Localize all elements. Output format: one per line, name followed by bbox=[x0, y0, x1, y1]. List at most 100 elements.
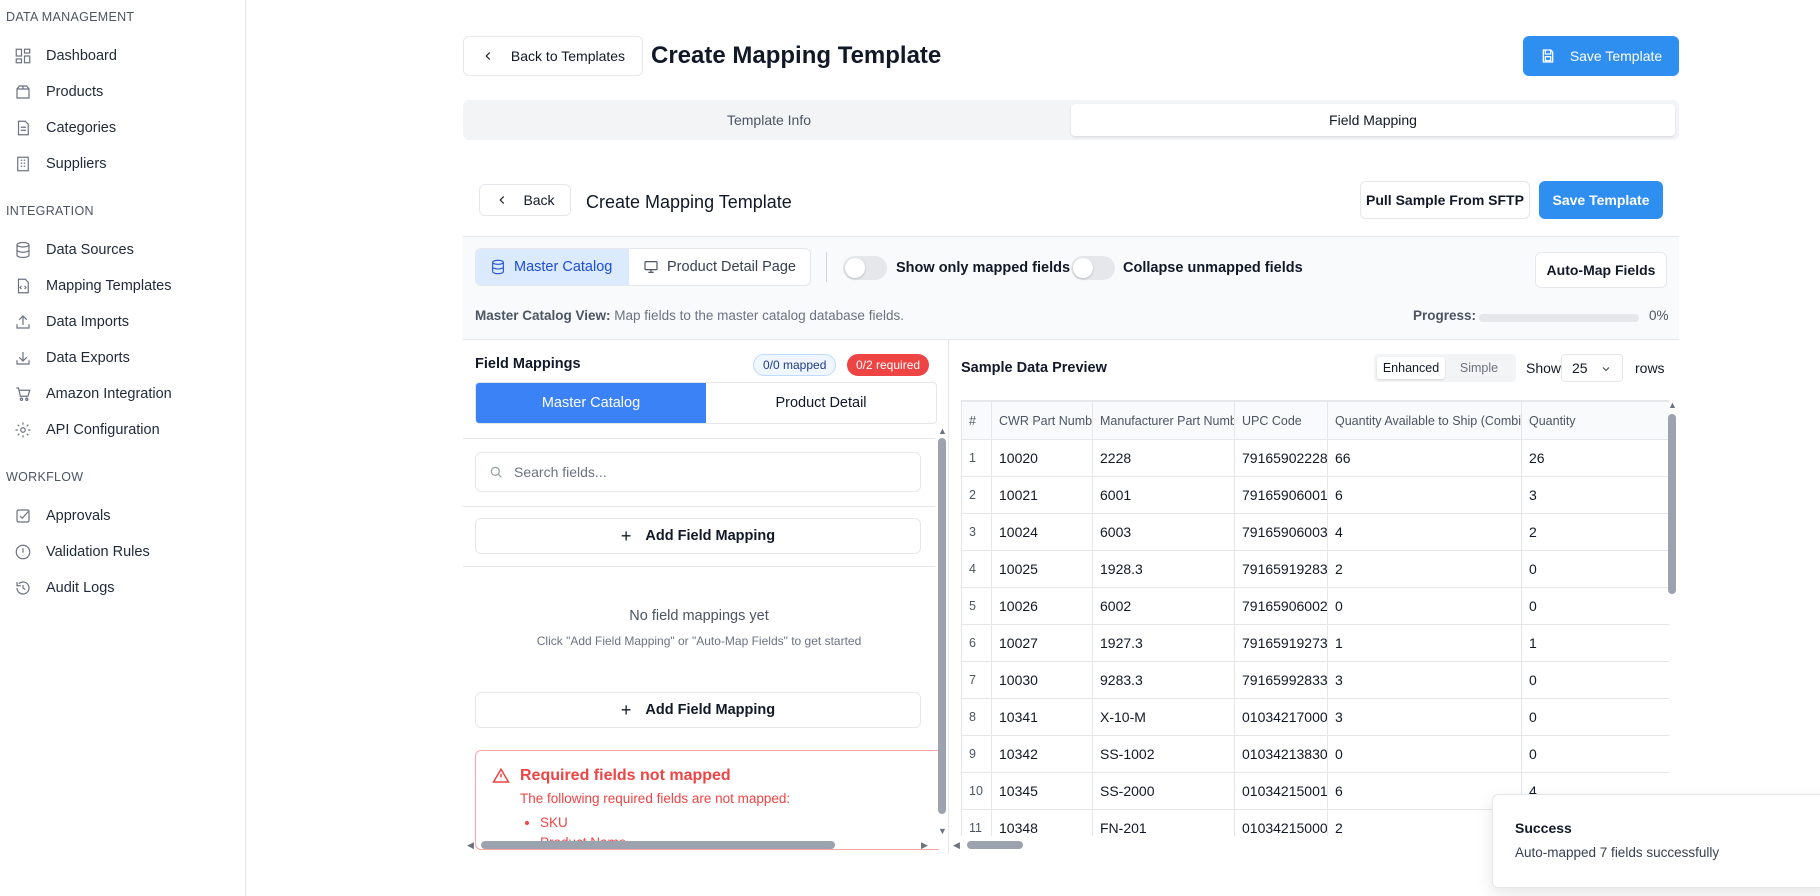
view-master-catalog-label: Master Catalog bbox=[514, 259, 613, 275]
save-template-secondary-button[interactable]: Save Template bbox=[1539, 181, 1663, 219]
rows-label: rows bbox=[1635, 360, 1665, 376]
field-list-horizontal-scrollbar[interactable]: ◀ ▶ bbox=[463, 838, 935, 852]
table-cell: FN-201 bbox=[1092, 809, 1235, 836]
history-icon bbox=[16, 581, 30, 595]
sidebar-item-dashboard[interactable]: Dashboard bbox=[0, 38, 245, 74]
add-field-mapping-bottom-button[interactable]: + Add Field Mapping bbox=[475, 692, 921, 728]
sidebar-item-approvals[interactable]: Approvals bbox=[0, 498, 245, 534]
row-number: 11 bbox=[961, 809, 992, 836]
table-cell: 791659192733 bbox=[1234, 624, 1328, 662]
table-row: 1 10020 2228 791659022283 66 26 bbox=[961, 439, 1669, 477]
divider bbox=[463, 566, 935, 567]
scroll-thumb[interactable] bbox=[938, 438, 946, 814]
table-cell: 10341 bbox=[991, 698, 1093, 736]
table-cell: 3 bbox=[1327, 698, 1522, 736]
sidebar-item-label: Dashboard bbox=[46, 48, 117, 64]
scroll-thumb[interactable] bbox=[481, 841, 835, 849]
table-cell: 26 bbox=[1521, 439, 1669, 477]
sidebar-item-label: Audit Logs bbox=[46, 580, 115, 596]
divider bbox=[463, 506, 935, 507]
table-cell: 10027 bbox=[991, 624, 1093, 662]
sidebar-item-data-sources[interactable]: Data Sources bbox=[0, 232, 245, 268]
preview-mode-toggle: Enhanced Simple bbox=[1374, 354, 1516, 382]
add-field-mapping-button[interactable]: + Add Field Mapping bbox=[475, 518, 921, 554]
table-body: 1 10020 2228 791659022283 66 26 2 10021 6001 7916… bbox=[961, 439, 1669, 836]
column-header: Quantity bbox=[1521, 401, 1669, 440]
sidebar-item-api-configuration[interactable]: API Configuration bbox=[0, 412, 245, 448]
collapse-unmapped-label: Collapse unmapped fields bbox=[1123, 260, 1303, 276]
table-cell: 10348 bbox=[991, 809, 1093, 836]
auto-map-fields-button[interactable]: Auto-Map Fields bbox=[1535, 252, 1667, 288]
table-cell: 791659060032 bbox=[1234, 513, 1328, 551]
rows-per-page-value: 25 bbox=[1572, 360, 1588, 376]
alert-description: The following required fields are not ma… bbox=[520, 791, 791, 806]
package-icon bbox=[16, 85, 30, 99]
field-search[interactable] bbox=[475, 452, 921, 492]
table-cell: SS-2000 bbox=[1092, 772, 1235, 810]
sidebar-item-validation-rules[interactable]: Validation Rules bbox=[0, 534, 245, 570]
dashboard-icon bbox=[15, 48, 31, 64]
sidebar-item-products[interactable]: Products bbox=[0, 74, 245, 110]
table-cell: 0 bbox=[1521, 698, 1669, 736]
column-header: CWR Part Number bbox=[991, 401, 1093, 440]
search-input[interactable] bbox=[514, 464, 894, 480]
field-mappings-panel: Field Mappings 0/0 mapped 0/2 required M… bbox=[463, 340, 949, 854]
pull-sample-sftp-button[interactable]: Pull Sample From SFTP bbox=[1360, 181, 1530, 219]
row-number: 1 bbox=[961, 439, 992, 477]
divider bbox=[463, 438, 935, 439]
table-cell: 0 bbox=[1327, 587, 1522, 625]
building-icon bbox=[17, 156, 29, 172]
table-cell: 6 bbox=[1327, 476, 1522, 514]
sidebar-item-data-exports[interactable]: Data Exports bbox=[0, 340, 245, 376]
table-cell: 10030 bbox=[991, 661, 1093, 699]
toast-title: Success bbox=[1515, 820, 1572, 836]
table-cell: 791659060025 bbox=[1234, 587, 1328, 625]
sample-data-table-container: # CWR Part Number Manufacturer Part Numb… bbox=[961, 400, 1669, 836]
table-row: 7 10030 9283.3 791659928332 3 0 bbox=[961, 661, 1669, 699]
sidebar-item-label: Data Sources bbox=[46, 242, 134, 258]
sidebar-item-suppliers[interactable]: Suppliers bbox=[0, 146, 245, 182]
file-code-icon bbox=[17, 278, 29, 294]
view-master-catalog[interactable]: Master Catalog bbox=[476, 249, 629, 285]
table-cell: X-10-M bbox=[1092, 698, 1235, 736]
table-row: 8 10341 X-10-M 010342170002 3 0 bbox=[961, 698, 1669, 736]
rows-per-page-select[interactable]: 25 bbox=[1561, 354, 1623, 382]
gear-icon bbox=[15, 422, 31, 438]
collapse-unmapped-toggle[interactable] bbox=[1071, 256, 1115, 280]
mapping-editor: Back Create Mapping Template Pull Sample… bbox=[463, 164, 1679, 870]
tab-product-detail[interactable]: Product Detail bbox=[706, 383, 936, 423]
page-title: Create Mapping Template bbox=[651, 42, 942, 69]
table-vertical-scrollbar[interactable]: ▲ bbox=[1665, 400, 1679, 836]
tab-master-catalog[interactable]: Master Catalog bbox=[476, 383, 706, 423]
mode-simple[interactable]: Simple bbox=[1445, 357, 1513, 379]
view-product-detail-page[interactable]: Product Detail Page bbox=[629, 249, 810, 285]
table-cell: 0 bbox=[1521, 587, 1669, 625]
scroll-thumb[interactable] bbox=[1668, 414, 1676, 594]
warning-triangle-icon bbox=[492, 767, 510, 783]
back-to-templates-button[interactable]: Back to Templates bbox=[463, 36, 643, 76]
success-toast[interactable]: Success Auto-mapped 7 fields successfull… bbox=[1492, 794, 1820, 888]
required-fields-alert: Required fields not mapped The following… bbox=[475, 750, 939, 850]
table-cell: 010342170002 bbox=[1234, 698, 1328, 736]
scroll-thumb[interactable] bbox=[967, 841, 1023, 849]
sidebar-item-categories[interactable]: Categories bbox=[0, 110, 245, 146]
table-cell: 10021 bbox=[991, 476, 1093, 514]
back-button[interactable]: Back bbox=[479, 184, 571, 216]
save-template-button[interactable]: Save Template bbox=[1523, 36, 1679, 76]
show-only-mapped-toggle[interactable] bbox=[843, 256, 887, 280]
table-cell: 66 bbox=[1327, 439, 1522, 477]
sidebar-item-amazon-integration[interactable]: Amazon Integration bbox=[0, 376, 245, 412]
tab-field-mapping[interactable]: Field Mapping bbox=[1071, 104, 1675, 136]
table-row: 6 10027 1927.3 791659192733 1 1 bbox=[961, 624, 1669, 662]
table-header-row: # CWR Part Number Manufacturer Part Numb… bbox=[961, 401, 1669, 440]
field-list-vertical-scrollbar[interactable]: ▲ ▼ bbox=[935, 424, 949, 842]
sidebar-item-audit-logs[interactable]: Audit Logs bbox=[0, 570, 245, 606]
table-cell: SS-1002 bbox=[1092, 735, 1235, 773]
tab-template-info[interactable]: Template Info bbox=[467, 104, 1071, 136]
empty-state-hint: Click "Add Field Mapping" or "Auto-Map F… bbox=[536, 634, 862, 648]
mode-enhanced[interactable]: Enhanced bbox=[1377, 357, 1445, 379]
field-mappings-title: Field Mappings bbox=[475, 356, 581, 372]
sidebar-item-data-imports[interactable]: Data Imports bbox=[0, 304, 245, 340]
sidebar-item-mapping-templates[interactable]: Mapping Templates bbox=[0, 268, 245, 304]
row-number: 4 bbox=[961, 550, 992, 588]
